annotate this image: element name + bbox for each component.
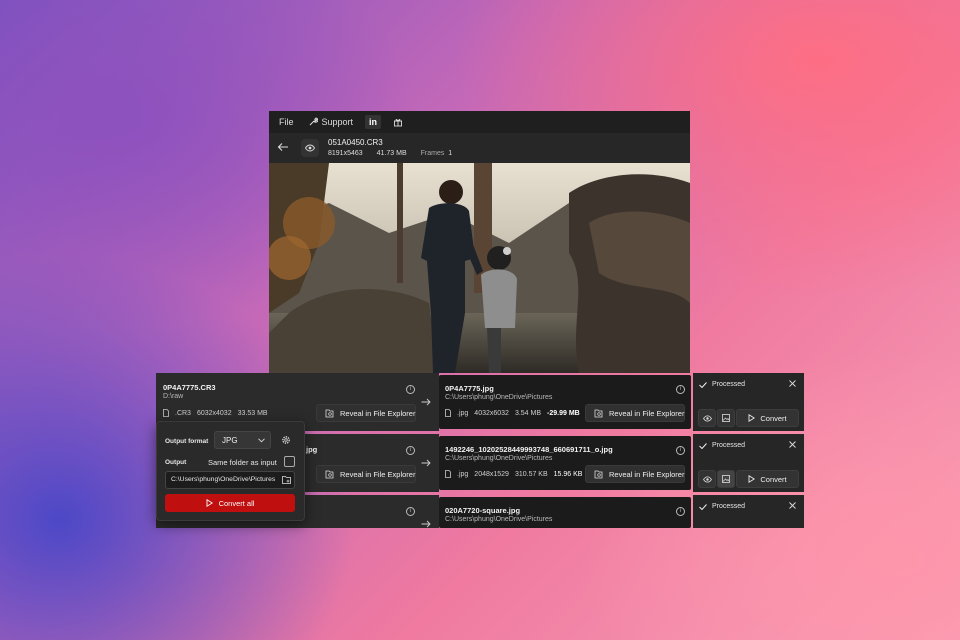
output-meta: .jpg 4032x6032 3.54 MB -29.99 MB [445, 409, 580, 417]
output-path-field[interactable]: C:\Users\phung\OneDrive\Pictures [165, 471, 295, 489]
arrow-right-icon [421, 459, 431, 467]
folder-search-icon [594, 470, 603, 479]
folder-search-icon [594, 409, 603, 418]
arrow-right-icon [421, 398, 431, 406]
preview-eye-button[interactable] [698, 409, 716, 427]
image-icon [722, 475, 730, 483]
folder-browse-icon[interactable] [282, 476, 291, 484]
file-name: 051A0450.CR3 [328, 138, 383, 147]
convert-all-button[interactable]: Convert all [165, 494, 295, 512]
check-icon [699, 503, 707, 510]
info-icon[interactable]: i [676, 446, 685, 455]
status-badge: Processed [699, 381, 745, 388]
play-icon [748, 475, 756, 483]
gift-icon[interactable] [393, 117, 403, 127]
reveal-output-button[interactable]: Reveal in File Explorer [585, 404, 685, 422]
output-label: Output [165, 459, 187, 466]
output-dir: C:\Users\phung\OneDrive\Pictures [445, 516, 553, 523]
convert-button[interactable]: Convert [736, 470, 799, 488]
info-icon[interactable]: i [406, 446, 415, 455]
output-dir: C:\Users\phung\OneDrive\Pictures [445, 394, 553, 401]
output-format-label: Output format [165, 438, 209, 445]
status-panel: Processed Convert [693, 373, 804, 431]
viewer-window: File Support in 051A0450.CR3 8191x5463 4… [269, 111, 690, 373]
status-badge: Processed [699, 442, 745, 449]
info-icon[interactable]: i [406, 507, 415, 516]
play-icon [748, 414, 756, 422]
output-card[interactable]: 0P4A7775.jpg C:\Users\phung\OneDrive\Pic… [439, 375, 691, 429]
output-settings-panel: Output format JPG Output Same folder as … [156, 421, 305, 521]
same-folder-checkbox[interactable] [284, 456, 295, 467]
format-select[interactable]: JPG [214, 431, 271, 449]
info-icon[interactable]: i [676, 507, 685, 516]
file-icon [445, 470, 451, 478]
reveal-source-button[interactable]: Reveal in File Explorer [316, 404, 416, 422]
reveal-output-button[interactable]: Reveal in File Explorer [585, 465, 685, 483]
source-file-name-tail: jpg [306, 445, 318, 454]
info-icon[interactable]: i [406, 385, 415, 394]
file-info-bar: 051A0450.CR3 8191x5463 41.73 MB Frames 1 [269, 133, 690, 163]
preview-image [269, 163, 690, 373]
file-icon [163, 409, 169, 417]
convert-button[interactable]: Convert [736, 409, 799, 427]
compare-image-button[interactable] [717, 470, 735, 488]
eye-icon [702, 414, 712, 422]
close-icon[interactable] [789, 441, 796, 448]
menu-support[interactable]: Support [308, 117, 353, 127]
eye-icon [305, 144, 315, 152]
gear-icon[interactable] [281, 435, 291, 445]
output-dir: C:\Users\phung\OneDrive\Pictures [445, 455, 553, 462]
status-panel: Processed Convert [693, 434, 804, 492]
status-panel: Processed [693, 495, 804, 528]
preview-eye-button[interactable] [698, 470, 716, 488]
source-meta: .CR3 6032x4032 33.53 MB [163, 409, 268, 417]
menu-file[interactable]: File [279, 117, 294, 127]
source-dir: D:\raw [163, 393, 184, 400]
check-icon [699, 442, 707, 449]
close-icon[interactable] [789, 502, 796, 509]
linkedin-button[interactable]: in [365, 115, 382, 129]
back-arrow-icon[interactable] [277, 142, 289, 152]
chevron-down-icon [258, 438, 265, 443]
check-icon [699, 381, 707, 388]
info-icon[interactable]: i [676, 385, 685, 394]
output-file-name: 1492246_10202528449993748_660691711_o.jp… [445, 445, 613, 454]
same-folder-label: Same folder as input [208, 458, 277, 467]
source-file-name: 0P4A7775.CR3 [163, 383, 216, 392]
folder-search-icon [325, 409, 334, 418]
eye-button[interactable] [301, 139, 319, 157]
file-meta: 8191x5463 41.73 MB Frames 1 [328, 150, 453, 157]
close-icon[interactable] [789, 380, 796, 387]
output-card[interactable]: 1492246_10202528449993748_660691711_o.jp… [439, 436, 691, 490]
output-file-name: 0P4A7775.jpg [445, 384, 494, 393]
play-icon [206, 499, 213, 507]
output-card[interactable]: 020A7720-square.jpg C:\Users\phung\OneDr… [439, 497, 691, 528]
file-icon [445, 409, 451, 417]
output-meta: .jpg 2048x1529 310.57 KB 15.96 KB [445, 470, 582, 478]
image-icon [722, 414, 730, 422]
arrow-right-icon [421, 520, 431, 528]
status-badge: Processed [699, 503, 745, 510]
reveal-source-button[interactable]: Reveal in File Explorer [316, 465, 416, 483]
output-file-name: 020A7720-square.jpg [445, 506, 521, 515]
folder-search-icon [325, 470, 334, 479]
compare-image-button[interactable] [717, 409, 735, 427]
menu-bar: File Support in [269, 111, 690, 133]
eye-icon [702, 475, 712, 483]
wrench-icon [308, 117, 318, 127]
